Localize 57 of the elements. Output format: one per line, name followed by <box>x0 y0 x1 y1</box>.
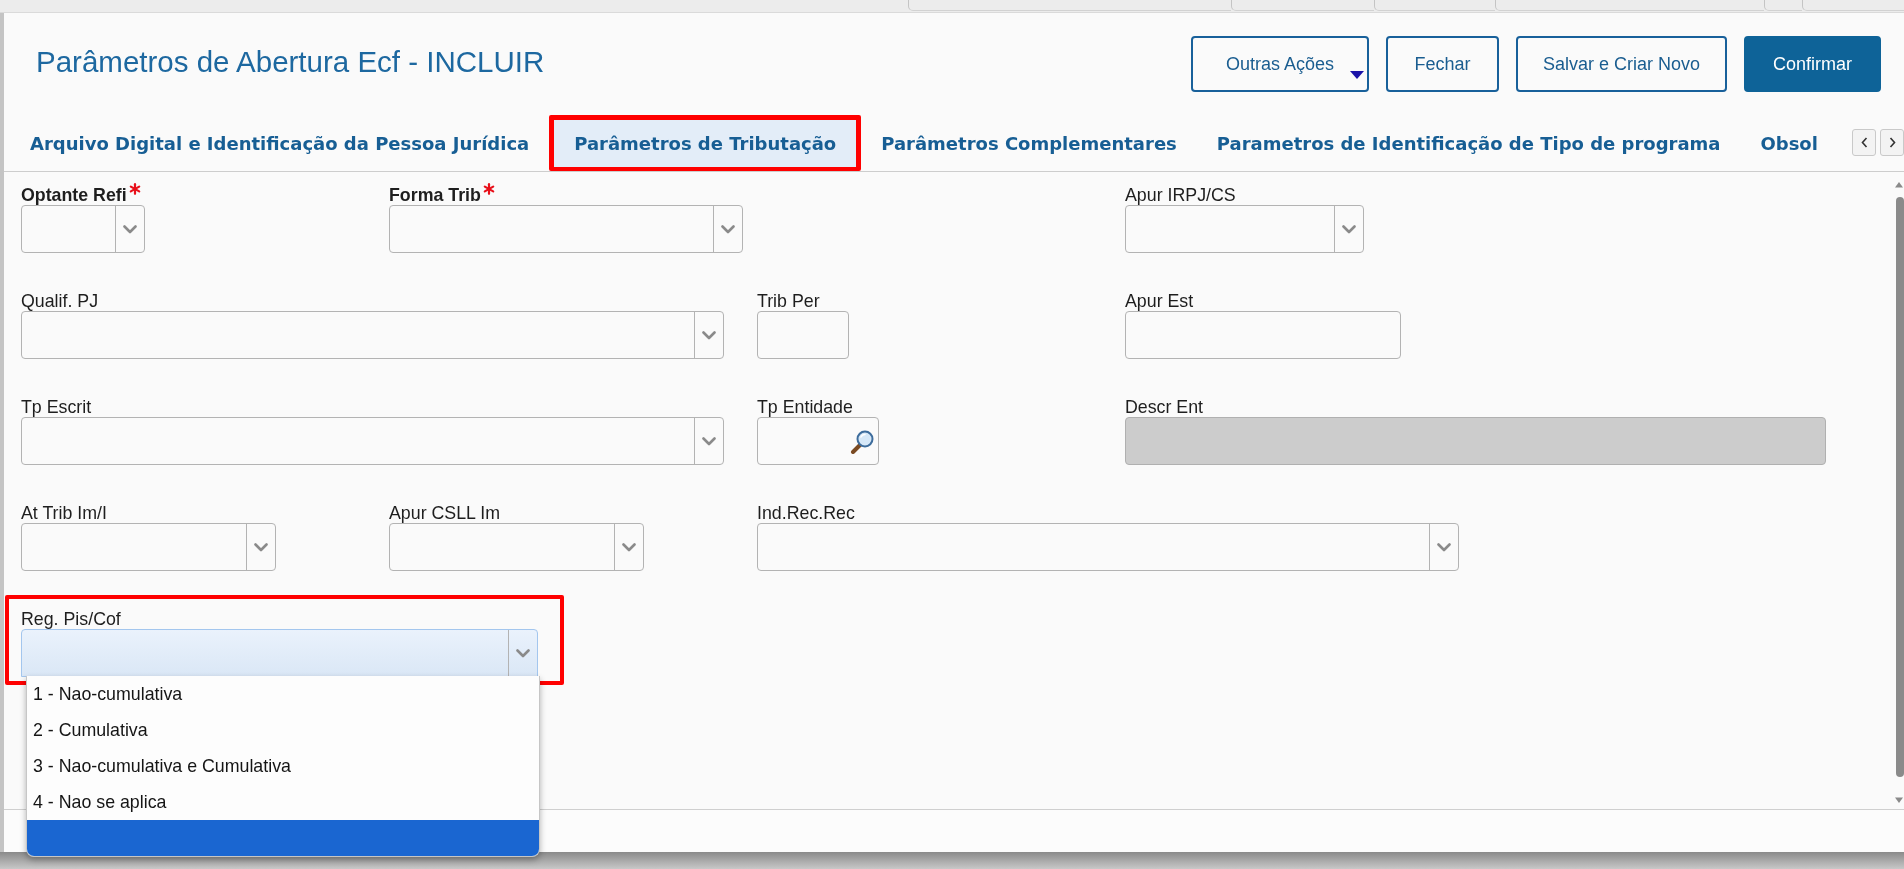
field-label: Descr Ent <box>1125 397 1204 417</box>
dropdown-option[interactable]: 2 - Cumulativa <box>27 712 539 748</box>
field-label: At Trib Im/I <box>21 503 107 523</box>
chevron-down-icon <box>1437 542 1451 552</box>
select-field[interactable] <box>1125 205 1364 253</box>
select-field[interactable] <box>21 205 145 253</box>
tab[interactable]: Parâmetros de Tributação <box>549 115 862 171</box>
field-label: Tp Escrit <box>21 397 92 417</box>
secondary-button[interactable]: Fechar <box>1386 36 1499 92</box>
select-field[interactable] <box>757 523 1459 571</box>
dropdown-option[interactable]: 1 - Nao-cumulativa <box>27 676 539 712</box>
chevron-down-icon <box>1342 224 1356 234</box>
page-title: Parâmetros de Abertura Ecf - INCLUIR <box>36 45 545 79</box>
tab[interactable]: Obsol <box>1740 115 1838 171</box>
scrollbar-thumb[interactable] <box>1896 197 1904 777</box>
chevron-down-icon <box>721 224 735 234</box>
dropdown-option[interactable]: 3 - Nao-cumulativa e Cumulativa <box>27 748 539 784</box>
field-label: Qualif. PJ <box>21 291 99 311</box>
dropdown-option[interactable]: 4 - Nao se aplica <box>27 784 539 820</box>
search-icon[interactable] <box>850 428 875 454</box>
scroll-up-icon[interactable] <box>1894 181 1904 188</box>
chevron-down-icon <box>123 224 137 234</box>
select-field[interactable] <box>389 205 743 253</box>
tab-scroll-right-button[interactable] <box>1880 129 1904 156</box>
tab-scroll-left-button[interactable] <box>1852 129 1876 156</box>
chevron-down-icon <box>702 436 716 446</box>
field-label: Apur CSLL Im <box>389 503 500 523</box>
input-field[interactable] <box>1125 311 1401 359</box>
field-label: Forma Trib <box>389 185 481 205</box>
field-label: Ind.Rec.Rec <box>757 503 855 523</box>
field-label: Apur IRPJ/CS <box>1125 185 1236 205</box>
chevron-right-icon <box>1888 137 1896 148</box>
tab[interactable]: Parametros de Identificação de Tipo de programa <box>1196 115 1741 171</box>
chevron-down-icon <box>516 648 530 658</box>
select-field[interactable] <box>389 523 644 571</box>
scroll-down-icon[interactable] <box>1894 797 1904 804</box>
primary-button[interactable]: Confirmar <box>1744 36 1881 92</box>
dropdown-option[interactable] <box>27 820 539 856</box>
input-field[interactable] <box>757 311 849 359</box>
select-field[interactable] <box>21 311 724 359</box>
secondary-button[interactable]: Salvar e Criar Novo <box>1516 36 1727 92</box>
lookup-field[interactable] <box>757 417 879 465</box>
caret-icon <box>1350 71 1364 79</box>
chevron-left-icon <box>1860 137 1868 148</box>
select-field[interactable] <box>21 523 276 571</box>
field-label: Trib Per <box>757 291 820 311</box>
field-label: Optante Refi <box>21 185 127 205</box>
field-label: Reg. Pis/Cof <box>21 609 121 629</box>
chevron-down-icon <box>622 542 636 552</box>
menu-button[interactable]: Outras Ações <box>1191 36 1369 92</box>
field-label: Tp Entidade <box>757 397 853 417</box>
chevron-down-icon <box>702 330 716 340</box>
field-label: Apur Est <box>1125 291 1194 311</box>
chevron-down-icon <box>254 542 268 552</box>
tab[interactable]: Arquivo Digital e Identificação da Pessoa Jurídica <box>5 115 550 171</box>
select-field[interactable] <box>21 417 724 465</box>
tab[interactable]: Parâmetros Complementares <box>861 115 1197 171</box>
